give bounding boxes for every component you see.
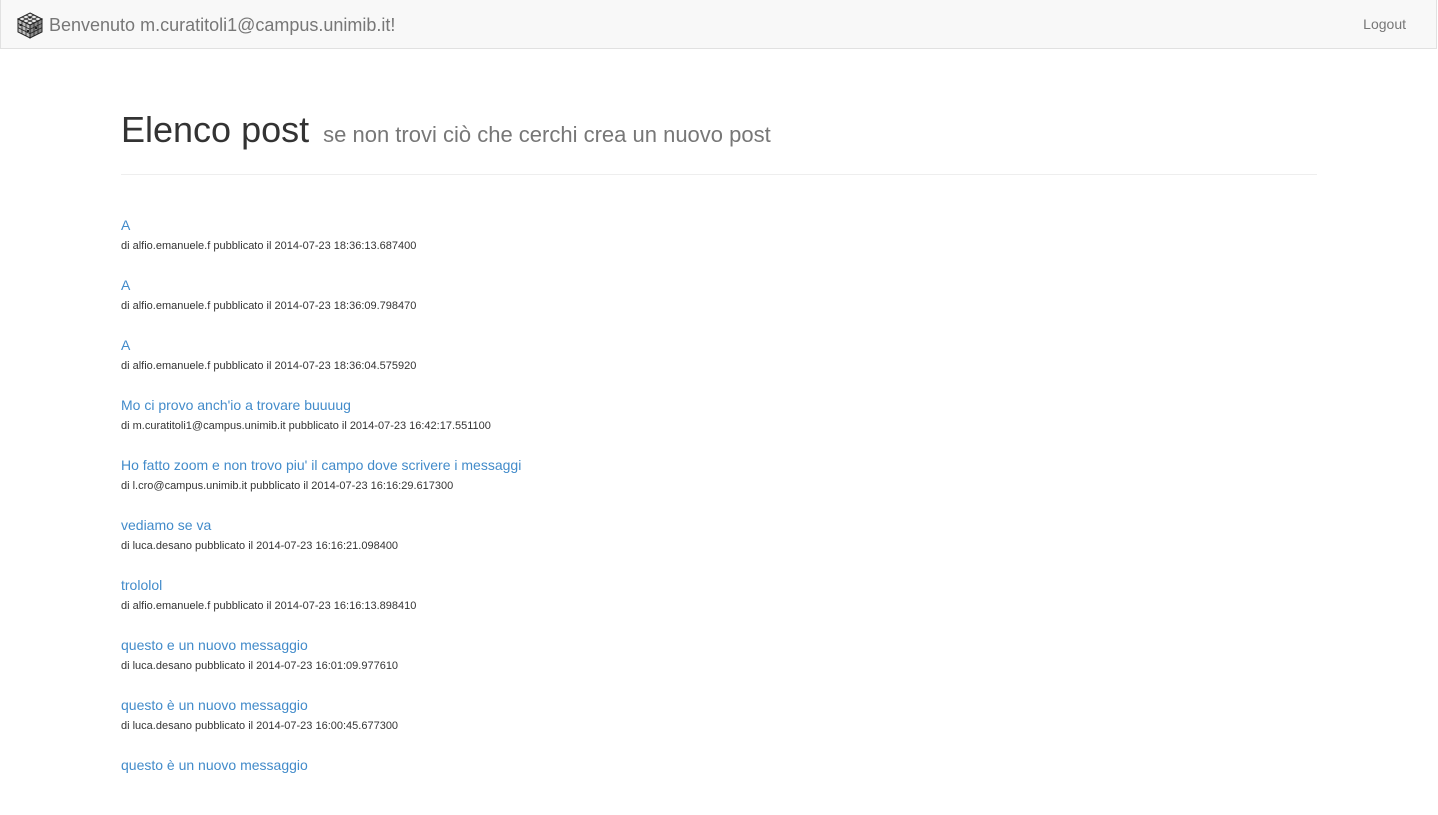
- post-item: A di alfio.emanuele.f pubblicato il 2014…: [121, 215, 1317, 275]
- post-meta: di luca.desano pubblicato il 2014-07-23 …: [121, 540, 399, 552]
- welcome-text: Benvenuto m.curatitoli1@campus.unimib.it…: [49, 14, 396, 35]
- brand-link[interactable]: Benvenuto m.curatitoli1@campus.unimib.it…: [16, 0, 395, 49]
- post-item: trololol di alfio.emanuele.f pubblicato …: [121, 575, 1317, 635]
- post-item: questo è un nuovo messaggio: [121, 755, 1317, 815]
- post-title-link[interactable]: A: [121, 215, 1317, 235]
- logout-link[interactable]: Logout: [1363, 0, 1406, 49]
- post-title-link[interactable]: questo è un nuovo messaggio: [121, 755, 1317, 775]
- post-title-link[interactable]: questo e un nuovo messaggio: [121, 635, 1317, 655]
- post-meta: di alfio.emanuele.f pubblicato il 2014-0…: [121, 600, 417, 612]
- post-title-link[interactable]: trololol: [121, 575, 1317, 595]
- page-title-text: Elenco post: [121, 109, 310, 150]
- post-title-link[interactable]: A: [121, 275, 1317, 295]
- post-item: questo è un nuovo messaggio di luca.desa…: [121, 695, 1317, 755]
- post-meta: di m.curatitoli1@campus.unimib.it pubbli…: [121, 420, 491, 432]
- post-title-link[interactable]: Ho fatto zoom e non trovo piu' il campo …: [121, 455, 1317, 475]
- post-list: A di alfio.emanuele.f pubblicato il 2014…: [121, 215, 1317, 815]
- post-item: A di alfio.emanuele.f pubblicato il 2014…: [121, 275, 1317, 335]
- post-item: questo e un nuovo messaggio di luca.desa…: [121, 635, 1317, 695]
- page-header: Elenco post se non trovi ciò che cerchi …: [121, 109, 1317, 175]
- post-title-link[interactable]: A: [121, 335, 1317, 355]
- main-content: Elenco post se non trovi ciò che cerchi …: [121, 49, 1317, 815]
- post-meta: di alfio.emanuele.f pubblicato il 2014-0…: [121, 300, 417, 312]
- post-title-link[interactable]: questo è un nuovo messaggio: [121, 695, 1317, 715]
- post-item: vediamo se va di luca.desano pubblicato …: [121, 515, 1317, 575]
- page-subtitle: se non trovi ciò che cerchi crea un nuov…: [323, 122, 771, 147]
- post-item: Ho fatto zoom e non trovo piu' il campo …: [121, 455, 1317, 515]
- post-title-link[interactable]: vediamo se va: [121, 515, 1317, 535]
- post-meta: di alfio.emanuele.f pubblicato il 2014-0…: [121, 360, 417, 372]
- post-item: Mo ci provo anch'io a trovare buuuug di …: [121, 395, 1317, 455]
- post-item: A di alfio.emanuele.f pubblicato il 2014…: [121, 335, 1317, 395]
- post-meta: di alfio.emanuele.f pubblicato il 2014-0…: [121, 240, 417, 252]
- post-meta: di luca.desano pubblicato il 2014-07-23 …: [121, 720, 399, 732]
- post-meta: di l.cro@campus.unimib.it pubblicato il …: [121, 480, 454, 492]
- navbar: Benvenuto m.curatitoli1@campus.unimib.it…: [0, 0, 1437, 49]
- page-title: Elenco post se non trovi ciò che cerchi …: [121, 109, 1317, 156]
- rubiks-cube-icon: [16, 11, 44, 39]
- post-title-link[interactable]: Mo ci provo anch'io a trovare buuuug: [121, 395, 1317, 415]
- post-meta: di luca.desano pubblicato il 2014-07-23 …: [121, 660, 399, 672]
